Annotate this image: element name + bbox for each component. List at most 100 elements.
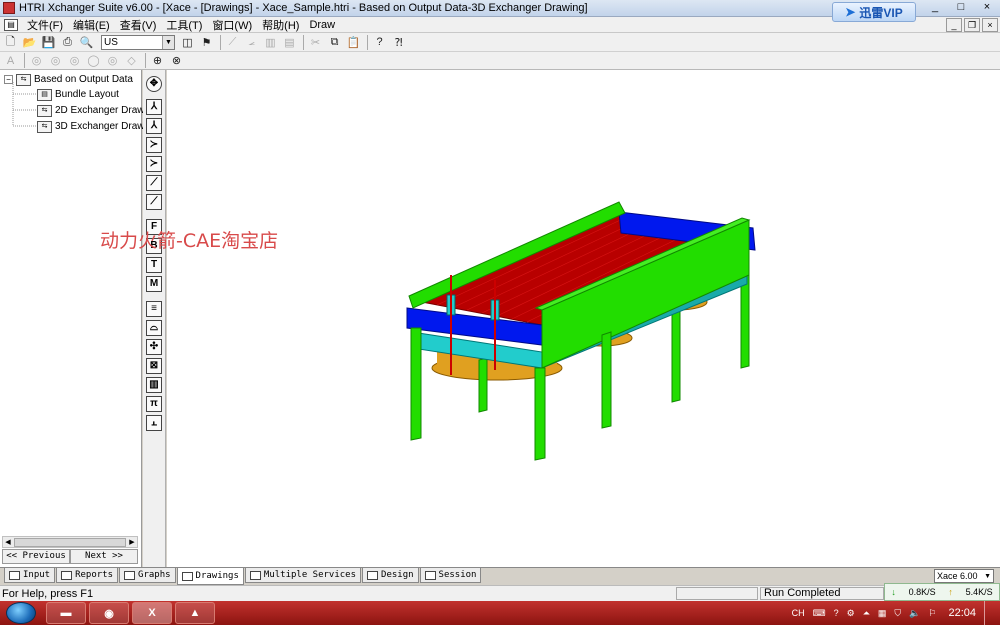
keyboard-icon[interactable]: ⌨ xyxy=(813,608,826,619)
tree-item-2d-drawing[interactable]: ⇆ 2D Exchanger Drawi xyxy=(37,103,147,118)
network-speed-widget[interactable]: ↓ 0.8K/S ↑ 5.4K/S xyxy=(884,583,1000,601)
scroll-right-icon[interactable]: ▶ xyxy=(127,538,137,546)
print-preview-icon[interactable]: 🔍 xyxy=(78,34,95,50)
nozzle-right-alt-icon[interactable]: ≻ xyxy=(146,156,162,172)
taskbar-app-icon[interactable]: ▲ xyxy=(175,602,215,624)
stripes-icon[interactable]: ▥ xyxy=(146,377,162,393)
chart-icon[interactable]: ⟋ xyxy=(224,34,241,50)
tab-label: Input xyxy=(23,570,51,580)
table-icon[interactable]: ▥ xyxy=(262,34,279,50)
tab-input[interactable]: Input xyxy=(4,568,56,583)
help-icon[interactable]: ? xyxy=(371,34,388,50)
lines-icon[interactable]: ≡ xyxy=(146,301,162,317)
tab-session[interactable]: Session xyxy=(419,568,482,583)
start-button[interactable] xyxy=(6,602,36,624)
legs-icon[interactable]: π xyxy=(146,396,162,412)
view-rotate-icon[interactable]: ◎ xyxy=(104,53,121,69)
dome-icon[interactable]: ⌓ xyxy=(146,320,162,336)
view-iso-icon[interactable]: ◯ xyxy=(85,53,102,69)
leg-front-mid xyxy=(534,367,546,461)
maximize-button[interactable]: □ xyxy=(948,0,974,17)
graph-icon[interactable]: ⦟ xyxy=(243,34,260,50)
fan-icon[interactable]: ✣ xyxy=(146,339,162,355)
pan-icon[interactable]: ✥ xyxy=(146,76,162,92)
view-side-icon[interactable]: ◎ xyxy=(47,53,64,69)
vip-badge[interactable]: ➤ 迅雷VIP xyxy=(832,2,916,22)
new-file-icon[interactable]: 🗋 xyxy=(2,34,19,50)
volume-icon[interactable]: 🔈 xyxy=(909,608,920,619)
taskbar-browser-icon[interactable]: ◉ xyxy=(89,602,129,624)
mdi-close-button[interactable]: × xyxy=(982,18,998,32)
tab-drawings[interactable]: Drawings xyxy=(176,568,244,585)
chevron-down-icon[interactable]: ▼ xyxy=(162,35,174,49)
tab-design[interactable]: Design xyxy=(362,568,419,583)
cut-icon[interactable]: ✂ xyxy=(307,34,324,50)
nozzle-right-icon[interactable]: ≻ xyxy=(146,137,162,153)
tree-item-3d-drawing[interactable]: ⇆ 3D Exchanger Drawi xyxy=(37,119,147,134)
status-run-state: Run Completed xyxy=(760,587,884,600)
paste-icon[interactable]: 📋 xyxy=(345,34,362,50)
leg-front-right xyxy=(601,331,612,429)
tree-item-bundle-layout[interactable]: ▤ Bundle Layout xyxy=(37,87,119,102)
network-icon[interactable]: ▦ xyxy=(878,608,887,619)
status-help-text: For Help, press F1 xyxy=(2,587,94,600)
arrow-tray-icon[interactable]: ⏶ xyxy=(863,608,870,619)
tab-graphs[interactable]: Graphs xyxy=(119,568,176,583)
menu-view[interactable]: 查看(V) xyxy=(115,17,162,33)
view-front-icon[interactable]: ◎ xyxy=(28,53,45,69)
menu-tools[interactable]: 工具(T) xyxy=(161,17,207,33)
next-button[interactable]: Next >> xyxy=(70,549,138,564)
units-select[interactable]: US ▼ xyxy=(101,34,175,50)
chevron-down-icon[interactable]: ▼ xyxy=(984,573,993,580)
text-icon[interactable]: A xyxy=(2,53,19,69)
view-shade-icon[interactable]: ◇ xyxy=(123,53,140,69)
settings-tray-icon[interactable]: ⚙ xyxy=(847,608,855,619)
menu-draw[interactable]: Draw xyxy=(304,19,340,31)
show-desktop-button[interactable] xyxy=(984,601,994,625)
nozzle-down-icon[interactable]: ⅄ xyxy=(146,99,162,115)
print-icon[interactable]: ⎙ xyxy=(59,34,76,50)
tab-multiple-services[interactable]: Multiple Services xyxy=(244,568,362,583)
scroll-left-icon[interactable]: ◀ xyxy=(3,538,13,546)
document-icon[interactable]: ▤ xyxy=(4,18,18,31)
zoom-in-icon[interactable]: ⊕ xyxy=(149,53,166,69)
mdi-minimize-button[interactable]: _ xyxy=(946,18,962,32)
view-top-icon[interactable]: ◎ xyxy=(66,53,83,69)
previous-button[interactable]: << Previous xyxy=(2,549,70,564)
open-folder-icon[interactable]: 📂 xyxy=(21,34,38,50)
mdi-restore-button[interactable]: ❐ xyxy=(964,18,980,32)
shield-icon[interactable]: ⛉ xyxy=(894,608,901,619)
menu-window[interactable]: 窗口(W) xyxy=(207,17,257,33)
help-tray-icon[interactable]: ? xyxy=(834,608,839,618)
clock[interactable]: 22:04 xyxy=(948,607,976,619)
context-help-icon[interactable]: ⁈ xyxy=(390,34,407,50)
nozzle-down-alt-icon[interactable]: ⅄ xyxy=(146,118,162,134)
close-button[interactable]: × xyxy=(974,0,1000,17)
zoom-window-icon[interactable]: ⊗ xyxy=(168,53,185,69)
menu-edit[interactable]: 编辑(E) xyxy=(68,17,115,33)
misc-button[interactable]: M xyxy=(146,276,162,292)
flag-icon[interactable]: ⚐ xyxy=(928,608,936,619)
report-icon[interactable]: ▤ xyxy=(281,34,298,50)
tube-button[interactable]: T xyxy=(146,257,162,273)
menu-help[interactable]: 帮助(H) xyxy=(257,17,304,33)
scroll-thumb[interactable] xyxy=(14,537,126,547)
toolbar-separator xyxy=(367,34,368,50)
nozzle-angle-icon[interactable]: ⟋ xyxy=(146,175,162,191)
more-tools-icon[interactable]: ⫠ xyxy=(146,415,162,431)
drawing-canvas[interactable] xyxy=(167,70,1000,567)
nozzle-angle-alt-icon[interactable]: ⟋ xyxy=(146,194,162,210)
tab-reports[interactable]: Reports xyxy=(56,568,119,583)
minimize-button[interactable]: _ xyxy=(922,0,948,17)
split-view-icon[interactable]: ◫ xyxy=(179,34,196,50)
taskbar-xace-icon[interactable]: X xyxy=(132,602,172,624)
input-language[interactable]: CH xyxy=(792,608,805,618)
save-icon[interactable]: 💾 xyxy=(40,34,57,50)
version-select[interactable]: Xace 6.00 ▼ xyxy=(934,569,994,583)
traffic-light-icon[interactable]: ⚑ xyxy=(198,34,215,50)
menu-file[interactable]: 文件(F) xyxy=(22,17,68,33)
tree-scrollbar[interactable]: ◀ ▶ xyxy=(2,536,138,548)
cross-box-icon[interactable]: ⊠ xyxy=(146,358,162,374)
copy-icon[interactable]: ⧉ xyxy=(326,34,343,50)
taskbar-explorer-icon[interactable]: ▬ xyxy=(46,602,86,624)
